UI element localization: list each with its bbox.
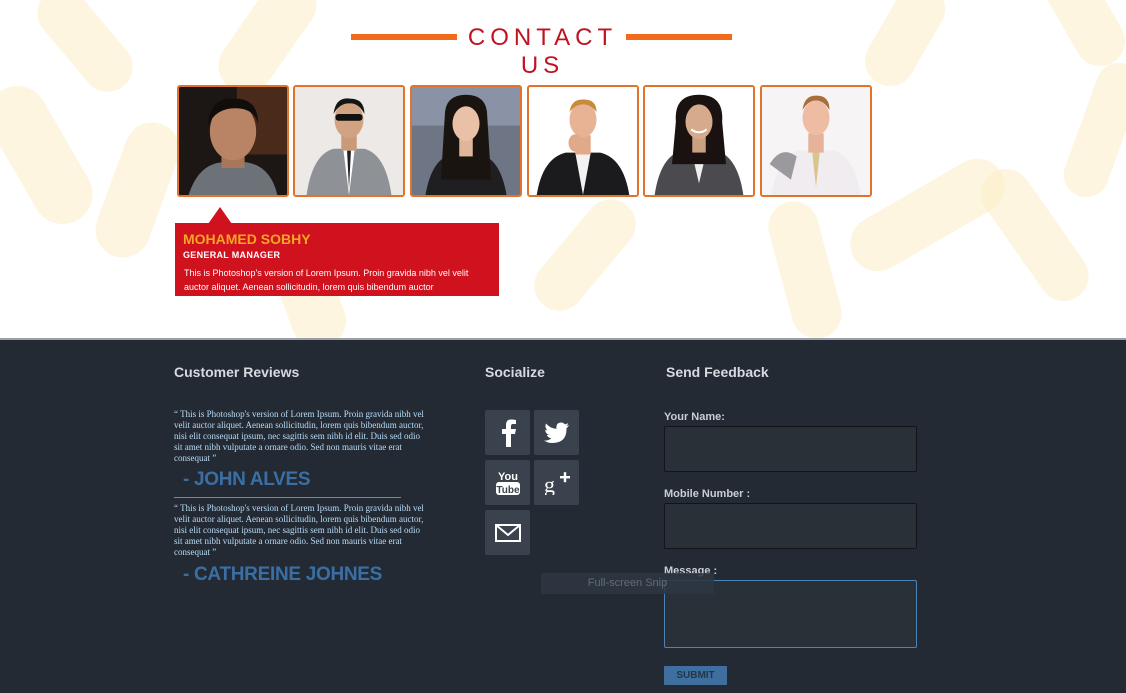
member-info-card: MOHAMED SOBHY GENERAL MANAGER This is Ph… [175,223,499,296]
team-member-photo[interactable] [643,85,755,197]
twitter-icon [543,422,569,443]
portrait-image [412,87,520,195]
portrait-image [645,87,753,195]
portrait-image [529,87,637,195]
review-author: - JOHN ALVES [183,469,311,490]
social-title: Socialize [485,364,545,380]
feedback-title: Send Feedback [666,364,769,380]
mobile-label: Mobile Number : [664,488,751,500]
background-decoration [762,195,848,338]
portrait-image [762,87,870,195]
footer: Customer Reviews “ This is Photoshop's v… [0,338,1126,693]
reviews-title: Customer Reviews [174,364,300,380]
background-decoration [27,0,143,103]
background-decoration [87,114,188,266]
team-member-photo[interactable] [527,85,639,197]
name-label: Your Name: [664,411,725,423]
background-decoration [0,75,104,235]
team-member-photo[interactable] [760,85,872,197]
portrait-image [295,87,403,195]
review-divider [174,497,401,498]
team-member-photo[interactable] [177,85,289,197]
twitter-button[interactable] [534,410,579,455]
team-gallery [177,85,877,197]
section-title: CONTACT US [467,24,618,79]
member-name: MOHAMED SOBHY [183,231,311,247]
svg-text:g: g [544,472,555,495]
section-heading: CONTACT US [351,24,733,79]
youtube-icon: You Tube [495,471,520,496]
google-plus-icon: g [544,472,570,495]
background-decoration [1057,56,1126,204]
facebook-button[interactable] [485,410,530,455]
member-role: GENERAL MANAGER [183,250,281,260]
background-decoration [855,0,955,96]
youtube-button[interactable]: You Tube [485,460,530,505]
portrait-image [179,87,287,195]
team-member-photo[interactable] [410,85,522,197]
svg-text:Tube: Tube [496,485,520,496]
heading-line-right [626,34,732,40]
svg-text:You: You [498,471,518,483]
review-author: - CATHREINE JOHNES [183,564,383,585]
review-text: “ This is Photoshop's version of Lorem I… [174,503,424,557]
facebook-icon [501,419,516,447]
mail-icon [494,523,521,542]
team-member-photo[interactable] [293,85,405,197]
mobile-input[interactable] [664,503,917,549]
background-decoration [524,189,646,321]
snip-overlay[interactable]: Full-screen Snip [541,573,714,594]
google-plus-button[interactable]: g [534,460,579,505]
info-card-pointer [208,207,232,224]
submit-button[interactable]: SUBMIT [664,666,727,685]
name-input[interactable] [664,426,917,472]
contact-section: CONTACT US MOHAMED SOBHY GENERAL MANAGER… [0,0,1126,338]
member-bio: This is Photoshop's version of Lorem Ips… [184,268,469,292]
review-text: “ This is Photoshop's version of Lorem I… [174,409,424,463]
mail-button[interactable] [485,510,530,555]
heading-line-left [351,34,457,40]
